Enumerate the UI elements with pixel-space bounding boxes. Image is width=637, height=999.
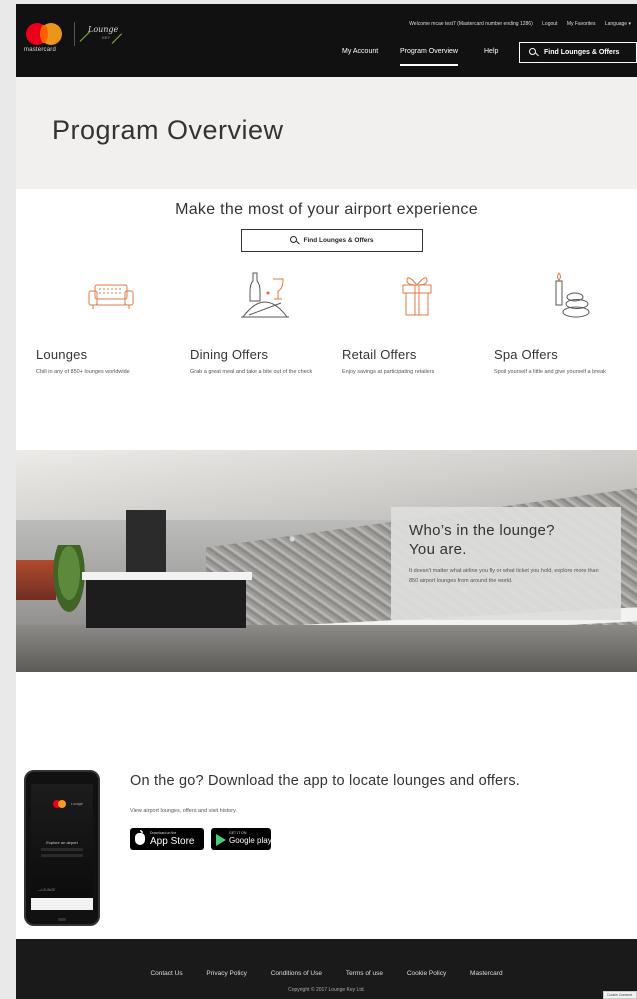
benefit-title: Lounges: [36, 347, 88, 362]
logo-divider: [74, 22, 75, 46]
find-lounges-button-header[interactable]: Find Lounges & Offers: [519, 42, 637, 63]
benefits-tagline: Make the most of your airport experience: [175, 201, 478, 218]
welcome-text: Welcome mcae test7 (Mastercard number en…: [409, 21, 533, 27]
footer-link-conditions[interactable]: Conditions of Use: [271, 970, 322, 977]
lounge-promo-card: Who’s in the lounge? You are. It doesn't…: [391, 507, 621, 620]
benefit-spa[interactable]: Spa Offers Spoil yourself a little and g…: [494, 267, 637, 375]
benefit-desc: Enjoy savings at participating retailers: [342, 369, 435, 375]
footer-link-mastercard[interactable]: Mastercard: [470, 970, 503, 977]
app-section-desc: View airport lounges, offers and visit h…: [130, 808, 237, 814]
benefit-title: Dining Offers: [190, 347, 269, 362]
app-store-button[interactable]: Download on the App Store: [130, 828, 204, 850]
search-icon: [290, 236, 298, 243]
nav-my-account[interactable]: My Account: [342, 48, 378, 66]
site-header: mastercard Lounge KEY Welcome mcae test7…: [16, 4, 637, 77]
benefit-desc: Spoil yourself a little and give yoursel…: [494, 369, 606, 375]
benefit-desc: Grab a great meal and take a bite out of…: [190, 369, 313, 375]
lounge-promo-heading: Who’s in the lounge? You are.: [409, 522, 555, 558]
title-band: Program Overview: [16, 77, 637, 189]
nav-help[interactable]: Help: [484, 48, 498, 66]
benefit-retail[interactable]: Retail Offers Enjoy savings at participa…: [342, 267, 492, 375]
benefit-lounges[interactable]: Lounges Chill in any of 850+ lounges wor…: [36, 267, 186, 375]
gift-icon: [402, 277, 432, 316]
benefit-title: Retail Offers: [342, 347, 417, 362]
lounge-photo: Who’s in the lounge? You are. It doesn't…: [16, 450, 637, 672]
apple-icon: [135, 830, 145, 845]
google-play-button[interactable]: GET IT ON Google play: [211, 828, 272, 850]
page: mastercard Lounge KEY Welcome mcae test7…: [16, 4, 637, 999]
google-play-icon: [216, 834, 226, 846]
copyright-text: Copyright © 2017 Lounge Key Ltd.: [288, 987, 365, 993]
page-title: Program Overview: [52, 115, 284, 145]
footer-links: Contact Us Privacy Policy Conditions of …: [16, 970, 637, 977]
nav-program-overview[interactable]: Program Overview: [400, 48, 458, 66]
site-footer: Contact Us Privacy Policy Conditions of …: [16, 939, 637, 999]
dining-icon: [241, 272, 289, 318]
app-section-title: On the go? Download the app to locate lo…: [130, 773, 521, 789]
favorites-link[interactable]: My Favorites: [567, 21, 596, 27]
cookie-consent-tab[interactable]: Cookie Consent: [603, 991, 637, 999]
spa-stones-icon: [555, 272, 590, 318]
footer-link-terms[interactable]: Terms of use: [346, 970, 383, 977]
sofa-icon: [88, 284, 134, 309]
footer-link-contact[interactable]: Contact Us: [150, 970, 182, 977]
lounge-promo-body: It doesn't matter what airline you fly o…: [409, 568, 599, 584]
mastercard-logo[interactable]: mastercard: [24, 20, 72, 60]
logout-link[interactable]: Logout: [542, 21, 557, 27]
find-lounges-button[interactable]: Find Lounges & Offers: [241, 229, 423, 252]
benefit-dining[interactable]: Dining Offers Grab a great meal and take…: [190, 267, 340, 375]
search-icon: [529, 48, 536, 55]
mastercard-wordmark: mastercard: [24, 47, 57, 53]
language-dropdown[interactable]: Language ▾: [605, 21, 631, 27]
benefit-desc: Chill in any of 850+ lounges worldwide: [36, 369, 130, 375]
benefit-title: Spa Offers: [494, 347, 558, 362]
footer-link-cookie[interactable]: Cookie Policy: [407, 970, 446, 977]
phone-mockup: Lounge Explore an airport —LOUNGE: [24, 770, 100, 926]
utility-nav: Welcome mcae test7 (Mastercard number en…: [401, 21, 631, 27]
footer-link-privacy[interactable]: Privacy Policy: [206, 970, 246, 977]
loungekey-logo[interactable]: Lounge KEY: [78, 20, 123, 46]
